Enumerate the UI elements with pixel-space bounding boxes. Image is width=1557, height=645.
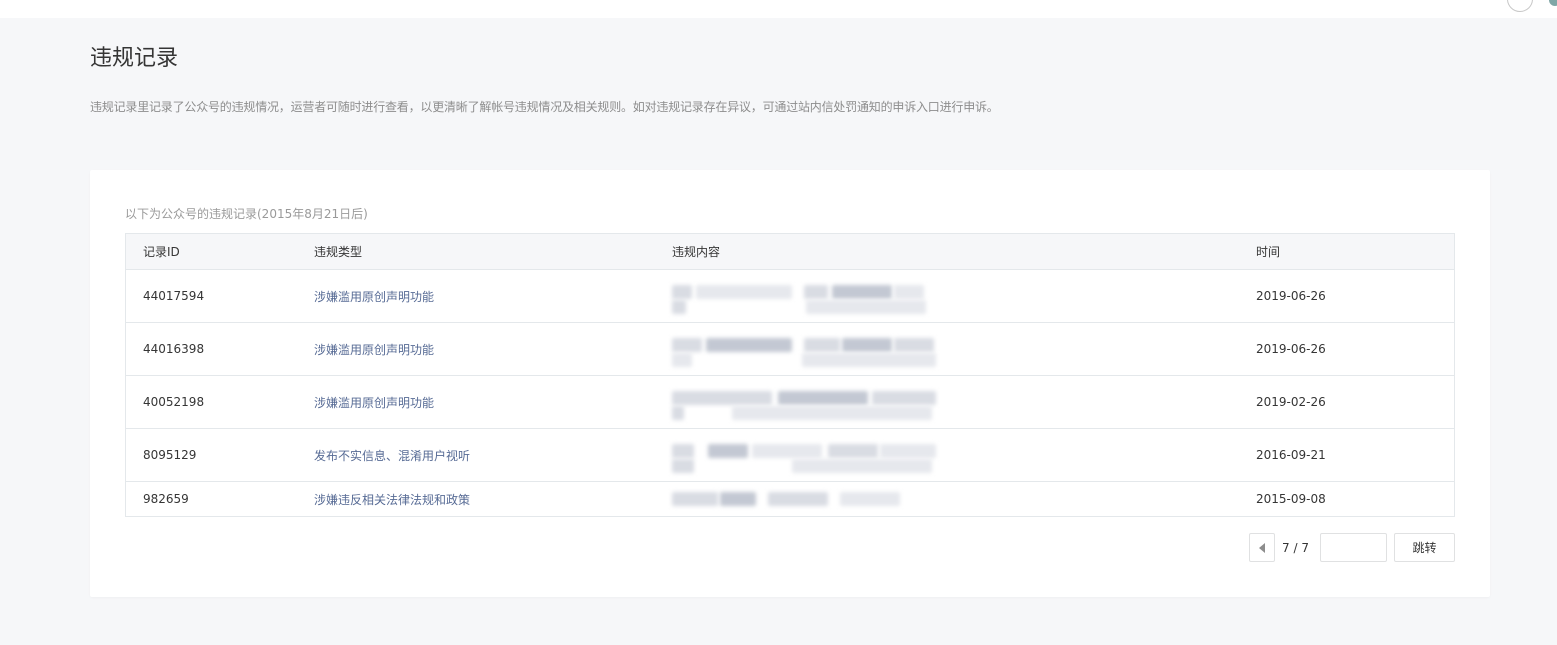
user-avatar[interactable] [1549,0,1557,6]
table-row: 44016398 涉嫌滥用原创声明功能 2019-06-26 [126,323,1454,376]
record-date: 2019-06-26 [1256,289,1326,303]
violation-type-link[interactable]: 涉嫌滥用原创声明功能 [314,270,434,322]
top-bar [0,0,1557,18]
violation-content-blurred [672,490,942,510]
table-row: 982659 涉嫌违反相关法律法规和政策 2015-09-08 [126,482,1454,516]
table-caption: 以下为公众号的违规记录(2015年8月21日后) [125,207,368,221]
record-id: 982659 [143,492,189,506]
page-indicator: 7 / 7 [1282,540,1309,555]
jump-button[interactable]: 跳转 [1394,533,1455,562]
violation-content-blurred [672,386,942,422]
record-date: 2016-09-21 [1256,448,1326,462]
violation-content-blurred [672,280,942,316]
table-row: 8095129 发布不实信息、混淆用户视听 2016-09-21 [126,429,1454,482]
violation-content-blurred [672,439,942,475]
violation-content-blurred [672,333,942,369]
header-time: 时间 [1256,245,1281,259]
header-violation-type: 违规类型 [314,245,363,259]
record-id: 8095129 [143,448,197,462]
pagination: 7 / 7 跳转 [1249,533,1455,562]
violation-card: 以下为公众号的违规记录(2015年8月21日后) 记录ID 违规类型 违规内容 … [90,170,1490,597]
page-title: 违规记录 [90,46,179,71]
record-id: 44016398 [143,342,205,356]
jump-page-input[interactable] [1320,533,1387,562]
record-date: 2019-06-26 [1256,342,1326,356]
record-date: 2015-09-08 [1256,492,1326,506]
header-record-id: 记录ID [143,245,180,259]
violation-table: 记录ID 违规类型 违规内容 时间 44017594 涉嫌滥用原创声明功能 20… [125,233,1455,517]
help-button[interactable] [1507,0,1533,12]
record-date: 2019-02-26 [1256,395,1326,409]
violation-type-link[interactable]: 涉嫌滥用原创声明功能 [314,323,434,375]
table-row: 40052198 涉嫌滥用原创声明功能 2019-02-26 [126,376,1454,429]
record-id: 44017594 [143,289,205,303]
chevron-left-icon [1259,542,1266,553]
record-id: 40052198 [143,395,205,409]
page-description: 违规记录里记录了公众号的违规情况，运营者可随时进行查看，以更清晰了解帐号违规情况… [90,100,999,114]
prev-page-button[interactable] [1249,533,1276,562]
violation-type-link[interactable]: 涉嫌滥用原创声明功能 [314,376,434,428]
violation-type-link[interactable]: 发布不实信息、混淆用户视听 [314,429,470,481]
table-row: 44017594 涉嫌滥用原创声明功能 2019-06-26 [126,270,1454,323]
header-violation-content: 违规内容 [672,245,721,259]
violation-type-link[interactable]: 涉嫌违反相关法律法规和政策 [314,482,470,516]
table-header: 记录ID 违规类型 违规内容 时间 [126,234,1454,270]
